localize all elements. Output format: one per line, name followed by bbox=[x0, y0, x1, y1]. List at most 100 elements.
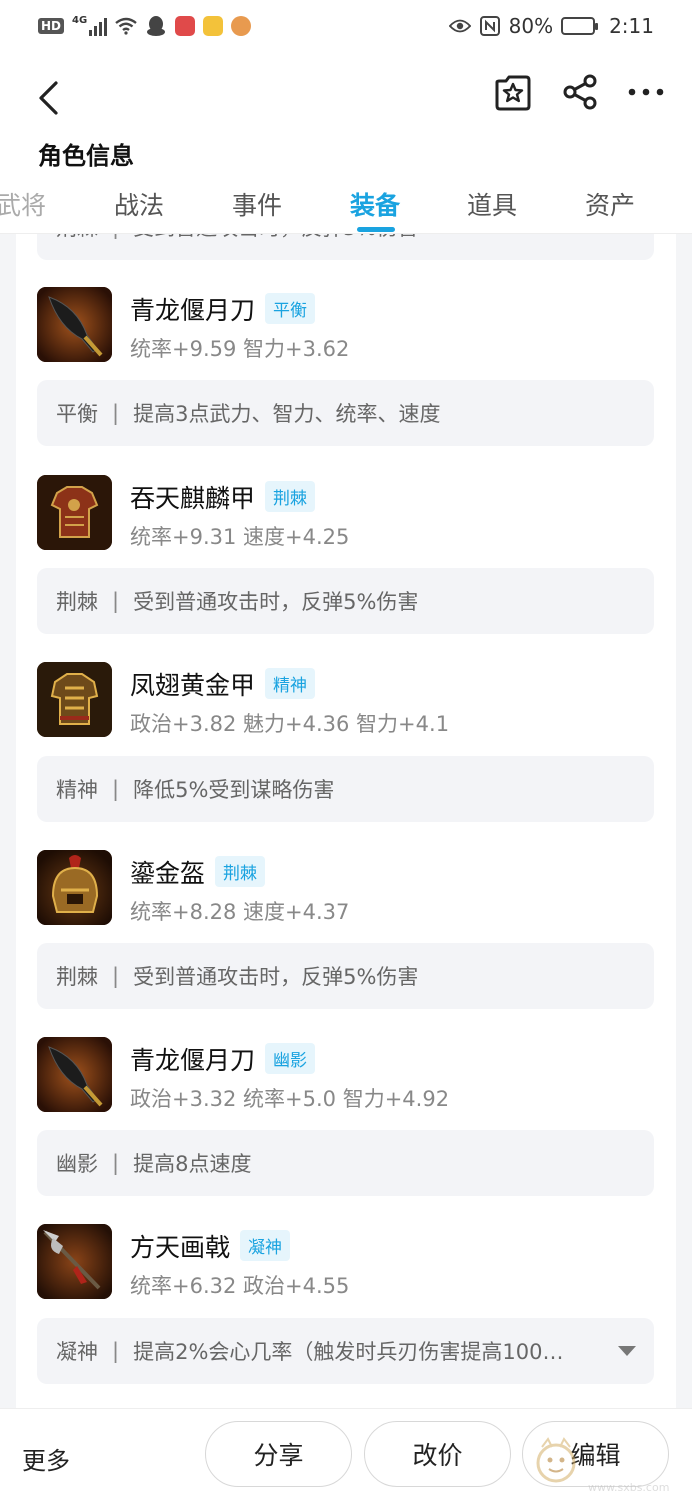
bottom-action-bar: 更多 分享 改价 编辑 www.sxbs.com bbox=[0, 1408, 692, 1500]
battery-icon bbox=[561, 17, 599, 35]
equipment-panel: 荆棘 | 受到普通攻击时，反弹5%伤害 青龙偃月刀平衡 统率+9.59 智力+3… bbox=[16, 234, 676, 1408]
item-stats: 政治+3.32 统率+5.0 智力+4.92 bbox=[130, 1087, 450, 1111]
share-button[interactable]: 分享 bbox=[205, 1421, 352, 1487]
change-price-button[interactable]: 改价 bbox=[364, 1421, 511, 1487]
item-stats: 政治+3.82 魅力+4.36 智力+4.1 bbox=[130, 712, 450, 736]
item-name-row: 吞天麒麟甲 荆棘 bbox=[130, 479, 316, 515]
tab-tactics[interactable]: 战法 bbox=[114, 186, 164, 222]
item-name: 青龙偃月刀 bbox=[130, 1046, 256, 1075]
item-stats: 统率+8.28 速度+4.37 bbox=[130, 900, 350, 924]
halberd-icon bbox=[37, 1224, 112, 1299]
item-stats: 统率+9.31 速度+4.25 bbox=[130, 525, 350, 549]
effect-description: 平衡 | 提高3点武力、智力、统率、速度 bbox=[37, 380, 654, 446]
item-tag: 平衡 bbox=[265, 293, 316, 324]
item-name-row: 鎏金盔 荆棘 bbox=[130, 854, 266, 890]
battery-percent: 80% bbox=[508, 14, 554, 38]
effect-tag: 平衡 bbox=[56, 402, 98, 426]
nfc-icon bbox=[479, 15, 501, 37]
effect-text: 提高8点速度 bbox=[133, 1152, 252, 1176]
effect-description: 幽影 | 提高8点速度 bbox=[37, 1130, 654, 1196]
separator: | bbox=[112, 589, 120, 613]
effect-text: 降低5%受到谋略伤害 bbox=[133, 778, 335, 802]
item-name-row: 青龙偃月刀 平衡 bbox=[130, 291, 316, 327]
blade-icon bbox=[37, 1037, 112, 1112]
effect-text: 提高3点武力、智力、统率、速度 bbox=[133, 402, 441, 426]
watermark-text: www.sxbs.com bbox=[588, 1481, 670, 1494]
item-tag: 荆棘 bbox=[265, 481, 316, 512]
expand-caret-icon[interactable] bbox=[600, 1336, 654, 1366]
equipment-list[interactable]: 荆棘 | 受到普通攻击时，反弹5%伤害 青龙偃月刀平衡 统率+9.59 智力+3… bbox=[0, 234, 692, 1408]
separator: | bbox=[112, 777, 120, 801]
effect-tag: 荆棘 bbox=[56, 965, 98, 989]
equipment-item[interactable]: 凤翅黄金甲 精神 政治+3.82 魅力+4.36 智力+4.1 bbox=[37, 662, 654, 742]
effect-tag: 荆棘 bbox=[56, 234, 98, 242]
tab-equipment[interactable]: 装备 bbox=[350, 186, 400, 222]
share-icon-button[interactable] bbox=[558, 70, 602, 114]
status-left: HD 4G bbox=[38, 15, 252, 37]
share-icon bbox=[563, 74, 597, 110]
page-title: 角色信息 bbox=[38, 142, 134, 170]
tab-items[interactable]: 道具 bbox=[467, 186, 517, 222]
item-name-row: 方天画戟 凝神 bbox=[130, 1228, 291, 1264]
separator: | bbox=[112, 1339, 120, 1363]
app-notification-yellow-icon bbox=[203, 16, 224, 36]
favorite-button[interactable] bbox=[491, 70, 535, 114]
separator: | bbox=[112, 964, 120, 988]
item-name: 凤翅黄金甲 bbox=[130, 671, 256, 700]
item-name: 吞天麒麟甲 bbox=[130, 484, 256, 513]
blade-icon bbox=[37, 287, 112, 362]
app-header: 角色信息 bbox=[0, 52, 692, 170]
active-tab-indicator bbox=[357, 227, 395, 232]
effect-tag: 幽影 bbox=[56, 1152, 98, 1176]
effect-description: 荆棘 | 受到普通攻击时，反弹5%伤害 bbox=[37, 568, 654, 634]
status-bar: HD 4G 80% 2:11 bbox=[0, 0, 692, 52]
tab-bar: 武将 战法 事件 装备 道具 资产 bbox=[0, 172, 692, 234]
effect-description: 精神 | 降低5%受到谋略伤害 bbox=[37, 756, 654, 822]
tab-events[interactable]: 事件 bbox=[232, 186, 282, 222]
effect-tag: 精神 bbox=[56, 778, 98, 802]
item-tag: 凝神 bbox=[240, 1230, 291, 1261]
eye-icon bbox=[448, 15, 471, 37]
item-tag: 精神 bbox=[265, 668, 316, 699]
signal-label: 4G bbox=[72, 15, 88, 26]
more-options-button[interactable] bbox=[624, 70, 668, 114]
item-stats: 统率+9.59 智力+3.62 bbox=[130, 337, 350, 361]
star-bookmark-icon bbox=[495, 75, 531, 111]
hd-badge: HD bbox=[38, 18, 65, 34]
qq-icon bbox=[145, 15, 167, 37]
separator: | bbox=[112, 234, 119, 239]
item-name: 青龙偃月刀 bbox=[130, 296, 256, 325]
equipment-item[interactable]: 青龙偃月刀 平衡 统率+9.59 智力+3.62 bbox=[37, 287, 654, 367]
app-notification-red-icon bbox=[175, 16, 196, 36]
tab-generals[interactable]: 武将 bbox=[0, 186, 46, 222]
item-name-row: 青龙偃月刀 幽影 bbox=[130, 1041, 316, 1077]
effect-description: 荆棘 | 受到普通攻击时，反弹5%伤害 bbox=[37, 234, 654, 260]
equipment-item[interactable]: 青龙偃月刀 幽影 政治+3.32 统率+5.0 智力+4.92 bbox=[37, 1037, 654, 1117]
separator: | bbox=[112, 1151, 120, 1175]
more-button[interactable]: 更多 bbox=[22, 1441, 70, 1476]
equipment-item[interactable]: 吞天麒麟甲 荆棘 统率+9.31 速度+4.25 bbox=[37, 475, 654, 555]
effect-tag: 荆棘 bbox=[56, 590, 98, 614]
app-notification-orange-icon bbox=[231, 16, 252, 36]
item-stats: 统率+6.32 政治+4.55 bbox=[130, 1274, 350, 1298]
equipment-item[interactable]: 方天画戟 凝神 统率+6.32 政治+4.55 bbox=[37, 1224, 654, 1304]
wifi-icon bbox=[115, 15, 137, 37]
armor-icon bbox=[37, 662, 112, 737]
item-tag: 幽影 bbox=[265, 1043, 316, 1074]
signal-icon: 4G bbox=[72, 15, 108, 36]
equipment-item[interactable]: 鎏金盔 荆棘 统率+8.28 速度+4.37 bbox=[37, 850, 654, 930]
watermark-logo: www.sxbs.com bbox=[530, 1429, 680, 1495]
more-dots-icon bbox=[628, 88, 664, 96]
effect-text: 受到普通攻击时，反弹5%伤害 bbox=[133, 234, 654, 242]
effect-description: 荆棘 | 受到普通攻击时，反弹5%伤害 bbox=[37, 943, 654, 1009]
chevron-left-icon bbox=[39, 81, 58, 115]
armor-icon bbox=[37, 475, 112, 550]
separator: | bbox=[112, 401, 120, 425]
item-name: 方天画戟 bbox=[130, 1233, 231, 1262]
effect-text: 受到普通攻击时，反弹5%伤害 bbox=[133, 965, 419, 989]
effect-description[interactable]: 凝神 | 提高2%会心几率（触发时兵刃伤害提高100… bbox=[37, 1318, 654, 1384]
effect-text: 提高2%会心几率（触发时兵刃伤害提高100… bbox=[133, 1340, 564, 1364]
item-name-row: 凤翅黄金甲 精神 bbox=[130, 666, 316, 702]
back-button[interactable] bbox=[30, 76, 66, 120]
tab-assets[interactable]: 资产 bbox=[585, 186, 635, 222]
